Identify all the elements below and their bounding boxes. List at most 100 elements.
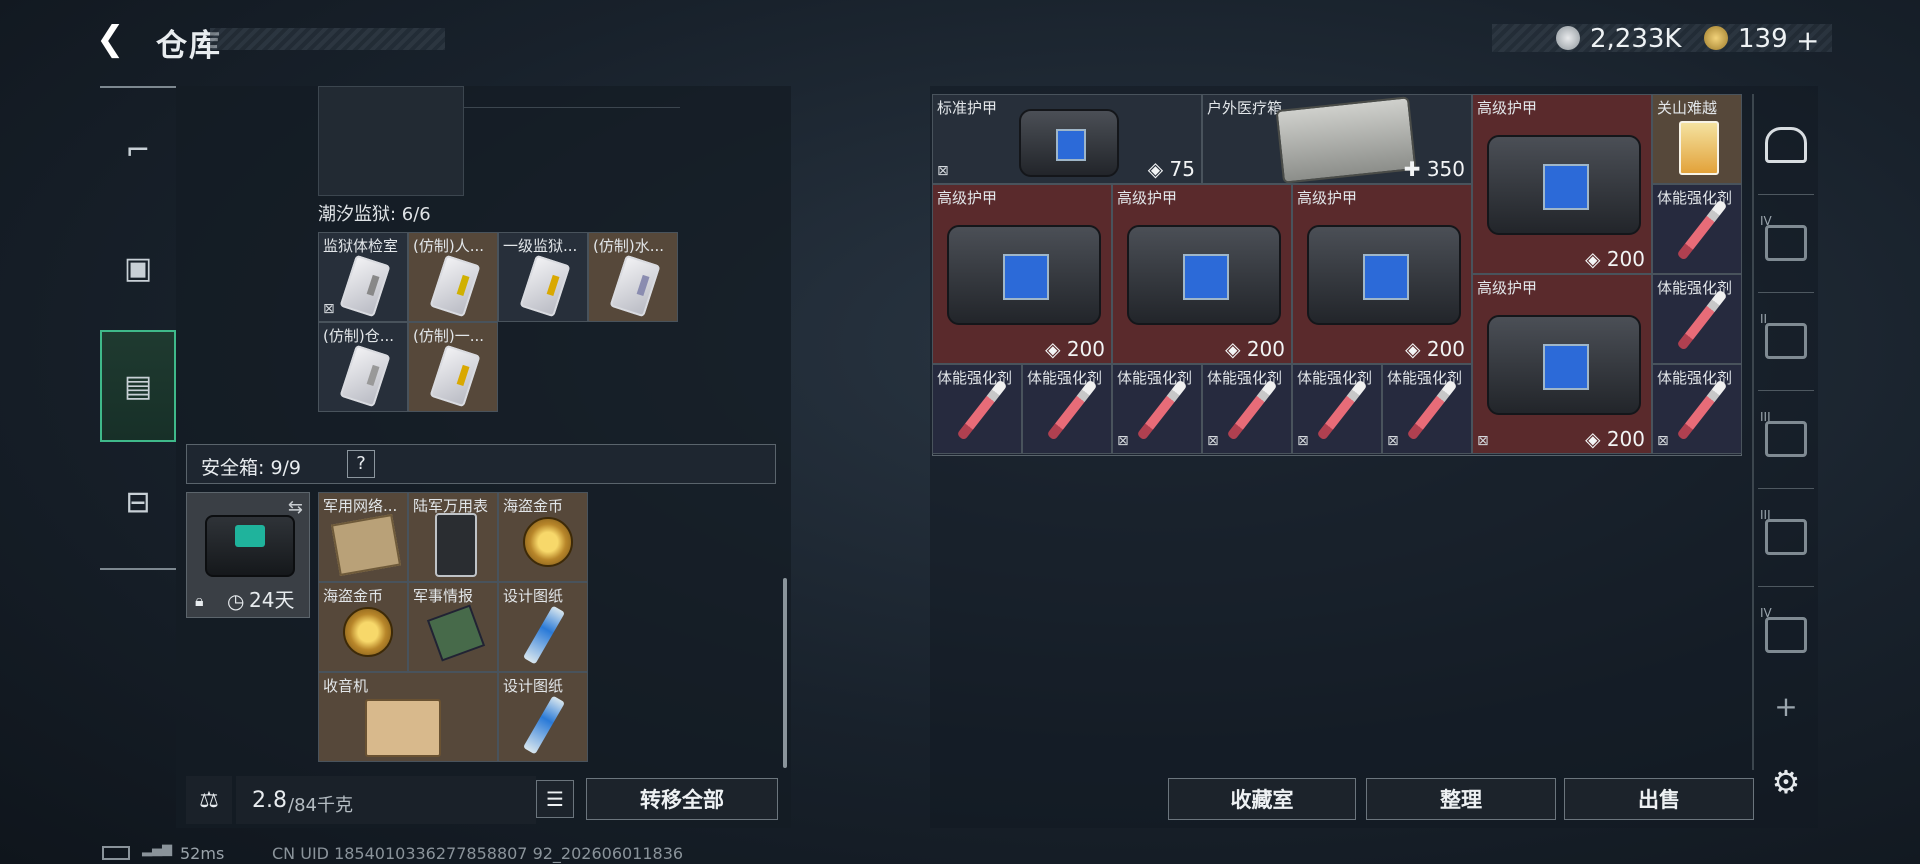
- collection-room-button[interactable]: 收藏室: [1168, 778, 1356, 820]
- filter-gun-iii-button[interactable]: III: [1758, 404, 1814, 474]
- settings-button[interactable]: ⚙: [1758, 752, 1814, 812]
- armor-screen: [1003, 253, 1049, 301]
- weight-icon: ⚖: [186, 776, 232, 824]
- advanced-armor-slot[interactable]: 高级护甲 ◈ 200: [1112, 184, 1292, 364]
- prison-item-slot[interactable]: (仿制)水...: [588, 232, 678, 322]
- safe-box-slot[interactable]: ⇆ 🔒︎ ◷ 24天: [186, 492, 310, 618]
- drink-slot[interactable]: 关山难越: [1652, 94, 1742, 184]
- toolbox-icon: ⊟: [125, 484, 151, 520]
- stim-slot[interactable]: 体能强化剂: [1022, 364, 1112, 454]
- stim-slot[interactable]: 体能强化剂: [1652, 274, 1742, 364]
- item-label: 高级护甲: [1477, 279, 1538, 297]
- battery-icon: [102, 846, 130, 860]
- shield-icon: ◈: [1045, 337, 1067, 361]
- medkit-slot[interactable]: 户外医疗箱 ✚ 350: [1202, 94, 1472, 184]
- stim-slot[interactable]: 体能强化剂 ⊠: [1112, 364, 1202, 454]
- transfer-all-button[interactable]: 转移全部: [586, 778, 778, 820]
- advanced-armor-slot[interactable]: 高级护甲 ◈ 200 ⊠: [1472, 274, 1652, 454]
- armor-screen: [1543, 163, 1589, 211]
- right-nav-divider: [1758, 390, 1814, 391]
- blueprint-image: [522, 695, 566, 755]
- stim-slot[interactable]: 体能强化剂 ⊠: [1382, 364, 1472, 454]
- weight-max: /84千克: [288, 795, 353, 816]
- latency-text: 52ms: [180, 844, 225, 863]
- nav-toolbox-tab[interactable]: ⊟: [100, 452, 176, 552]
- advanced-armor-slot[interactable]: 高级护甲 ◈ 200: [932, 184, 1112, 364]
- back-button[interactable]: ❮: [96, 18, 138, 60]
- sort-button[interactable]: 整理: [1366, 778, 1556, 820]
- item-label: 设计图纸: [503, 587, 564, 605]
- safe-item-slot[interactable]: 海盗金币: [498, 492, 588, 582]
- prison-label: 潮汐监狱: 6/6: [318, 204, 431, 225]
- item-label: 军用网络...: [323, 497, 398, 515]
- gold-coin-image: [343, 607, 393, 657]
- no-insure-icon: ⊠: [937, 163, 949, 179]
- plus-icon: +: [1774, 689, 1798, 723]
- radio-image: [365, 699, 441, 757]
- swap-icon[interactable]: ⇆: [288, 497, 303, 518]
- prison-item-slot[interactable]: (仿制)人...: [408, 232, 498, 322]
- value-text: 200: [1426, 337, 1465, 361]
- no-insure-icon: ⊠: [1477, 433, 1489, 449]
- filter-armor-iii-button[interactable]: III: [1758, 502, 1814, 572]
- value-text: 200: [1066, 337, 1105, 361]
- add-currency-button[interactable]: +: [1796, 24, 1819, 57]
- list-view-button[interactable]: ☰: [536, 780, 574, 818]
- gold-amount: 139: [1738, 24, 1788, 54]
- pistol-icon: ⌐: [125, 132, 151, 168]
- prison-item-slot[interactable]: (仿制)一...: [408, 322, 498, 412]
- stim-slot[interactable]: 体能强化剂 ⊠: [1292, 364, 1382, 454]
- prison-item-slot[interactable]: 监狱体检室 ⊠: [318, 232, 408, 322]
- armor-screen: [1055, 128, 1087, 162]
- safe-item-slot[interactable]: 设计图纸: [498, 582, 588, 672]
- filter-folder-iv-button[interactable]: IV: [1758, 600, 1814, 670]
- blueprint-image: [522, 605, 566, 665]
- no-insure-icon: ⊠: [1297, 433, 1309, 449]
- safe-item-slot[interactable]: 军事情报: [408, 582, 498, 672]
- armor-screen: [1183, 253, 1229, 301]
- silver-coin-icon: [1556, 26, 1580, 50]
- safe-item-slot[interactable]: 海盗金币: [318, 582, 408, 672]
- nav-vest-tab[interactable]: ▤: [100, 330, 176, 442]
- safe-item-slot[interactable]: 收音机: [318, 672, 498, 762]
- weight-display: 2.8 /84千克: [236, 776, 536, 824]
- multimeter-image: [435, 513, 477, 577]
- keycard-strip: [546, 274, 560, 297]
- safe-item-slot[interactable]: 军用网络...: [318, 492, 408, 582]
- nav-weapons-tab[interactable]: ⌐: [100, 100, 176, 200]
- advanced-armor-slot[interactable]: 高级护甲 ◈ 200: [1292, 184, 1472, 364]
- prison-item-slot[interactable]: 一级监狱...: [498, 232, 588, 322]
- filter-medkit-ii-button[interactable]: II: [1758, 306, 1814, 376]
- add-filter-button[interactable]: +: [1758, 684, 1814, 728]
- item-label: 海盗金币: [323, 587, 384, 605]
- item-label: 高级护甲: [1477, 99, 1538, 117]
- syringe-image: [1676, 289, 1728, 351]
- advanced-armor-slot[interactable]: 高级护甲 ◈ 200: [1472, 94, 1652, 274]
- keycard-image: [429, 344, 481, 408]
- filter-helmet-button[interactable]: [1758, 110, 1814, 180]
- sell-button[interactable]: 出售: [1564, 778, 1754, 820]
- item-value: ✚ 350: [1404, 157, 1465, 181]
- silver-amount: 2,233K: [1590, 24, 1682, 54]
- armor-bag-image: [1307, 225, 1461, 325]
- safe-box-help-button[interactable]: ?: [347, 450, 375, 478]
- no-insure-icon: ⊠: [1117, 433, 1129, 449]
- armor-iv-icon: IV: [1760, 214, 1807, 261]
- nav-backpack-tab[interactable]: ▣: [100, 218, 176, 318]
- stim-slot[interactable]: 体能强化剂 ⊠: [1202, 364, 1292, 454]
- prison-item-slot[interactable]: (仿制)仓...: [318, 322, 408, 412]
- stim-slot[interactable]: 体能强化剂: [1652, 184, 1742, 274]
- syringe-image: [956, 379, 1008, 441]
- empty-slot: [464, 86, 680, 108]
- stim-slot[interactable]: 体能强化剂: [932, 364, 1022, 454]
- empty-slot: [318, 86, 464, 196]
- helmet-icon: [1765, 127, 1807, 163]
- right-nav-divider: [1758, 586, 1814, 587]
- safe-item-slot[interactable]: 设计图纸: [498, 672, 588, 762]
- scrollbar[interactable]: [783, 578, 787, 768]
- filter-armor-iv-button[interactable]: IV: [1758, 208, 1814, 278]
- stim-slot[interactable]: 体能强化剂 ⊠: [1652, 364, 1742, 454]
- standard-armor-slot[interactable]: 标准护甲 ◈ 75 ⊠: [932, 94, 1202, 184]
- drink-image: [1679, 121, 1719, 175]
- safe-item-slot[interactable]: 陆军万用表: [408, 492, 498, 582]
